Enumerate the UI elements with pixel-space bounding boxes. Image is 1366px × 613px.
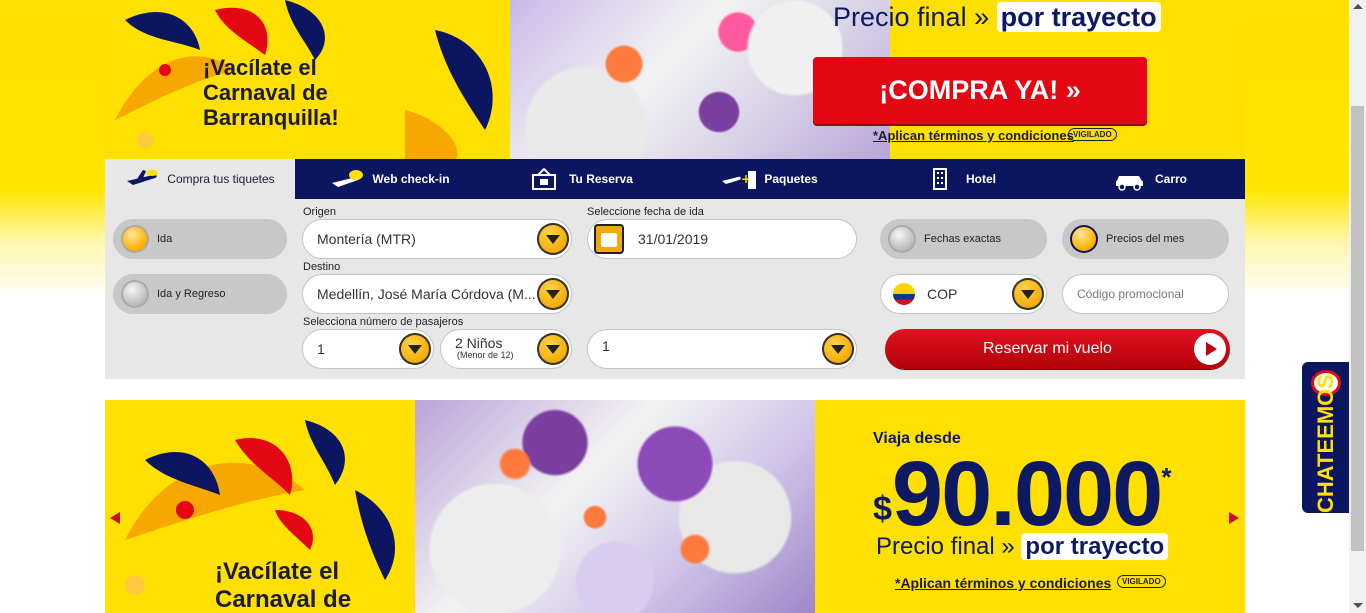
chat-label: CHATEEMOS — [1313, 374, 1338, 513]
slogan-line-3: Barranquilla! — [203, 105, 339, 130]
radio-selected-icon — [121, 225, 149, 253]
passengers-label: Selecciona número de pasajeros — [303, 316, 464, 328]
hero-price-final-line: Precio final » por trayecto — [876, 533, 1169, 561]
date-label: Seleccione fecha de ida — [587, 206, 704, 218]
tab-label: Hotel — [966, 172, 996, 186]
plane-icon — [127, 170, 159, 185]
tab-car[interactable]: Carro — [1055, 159, 1245, 199]
trip-type-one-way[interactable]: Ida — [113, 219, 287, 259]
trip-one-way-label: Ida — [157, 233, 173, 245]
tab-your-booking[interactable]: Tu Reserva — [485, 159, 675, 199]
chevron-down-icon[interactable] — [399, 333, 431, 365]
scrollbar-thumb[interactable] — [1351, 106, 1364, 551]
car-icon — [1115, 176, 1143, 191]
promo-code-placeholder: Código promocional — [1077, 287, 1184, 301]
currency-value: COP — [927, 286, 958, 302]
colombia-flag-icon — [893, 283, 915, 305]
destination-label: Destino — [303, 261, 341, 273]
radio-selected-icon — [1070, 225, 1098, 253]
scroll-up-icon[interactable] — [1353, 4, 1363, 9]
price-amount: 90.000 — [891, 443, 1163, 545]
chat-tab[interactable]: CHATEEMOS — [1302, 362, 1350, 513]
slogan-line-2b: de — [295, 80, 328, 105]
adults-value: 1 — [317, 341, 325, 357]
reserve-flight-label: Reservar mi vuelo — [983, 340, 1112, 357]
month-prices-label: Precios del mes — [1106, 233, 1185, 245]
vigilado-seal: VIGILADO — [1068, 128, 1117, 141]
origin-label: Origen — [303, 206, 337, 218]
infants-select[interactable]: 1 — [587, 329, 857, 369]
tab-label: Carro — [1154, 172, 1187, 186]
hero-slogan-line-2: Carnaval de — [215, 586, 352, 613]
scroll-down-icon[interactable] — [1353, 603, 1363, 608]
chevron-down-icon[interactable] — [537, 333, 569, 365]
price-final-text: Precio final » — [876, 533, 1022, 560]
booking-widget: Compra tus tiquetes Web check-in Tu Rese… — [105, 159, 1245, 379]
hero-price: $90.000* — [873, 442, 1171, 547]
price-final-text: Precio final » — [833, 2, 997, 32]
departure-date-value: 31/01/2019 — [638, 231, 709, 247]
calendar-icon[interactable] — [594, 224, 624, 254]
radio-unselected-icon — [121, 280, 149, 308]
exact-dates-label: Fechas exactas — [924, 233, 1002, 245]
radio-unselected-icon — [888, 225, 916, 253]
currency-symbol: $ — [873, 490, 892, 528]
price-final-line: Precio final » por trayecto — [833, 2, 1161, 33]
per-leg-text: por trayecto — [1021, 533, 1169, 560]
children-note: (Menor de 12) — [457, 350, 514, 360]
destination-select[interactable]: Medellín, José María Córdova (M... — [302, 274, 572, 314]
booking-icon — [532, 167, 557, 190]
chevron-down-icon[interactable] — [537, 223, 569, 255]
month-prices-option[interactable]: Precios del mes — [1062, 219, 1229, 259]
exact-dates-option[interactable]: Fechas exactas — [880, 219, 1047, 259]
hero-promo-banner[interactable]: ¡Vacílate el Carnaval de Viaja desde $90… — [105, 400, 1245, 613]
play-arrow-icon — [1194, 333, 1226, 365]
hero-slogan: ¡Vacílate el Carnaval de — [215, 558, 351, 613]
per-leg-text: por trayecto — [996, 2, 1161, 32]
plane-cloud-icon — [332, 170, 364, 187]
infants-value: 1 — [602, 338, 610, 354]
carousel-next-icon[interactable] — [1229, 512, 1239, 524]
tab-label: Web check-in — [372, 172, 450, 186]
origin-value: Montería (MTR) — [317, 231, 416, 247]
adults-select[interactable]: 1 — [302, 329, 434, 369]
tab-label: Tu Reserva — [569, 172, 633, 186]
vigilado-seal: VIGILADO — [1117, 575, 1166, 588]
destination-value: Medellín, José María Córdova (M... — [317, 286, 536, 302]
booking-tabs: Compra tus tiquetes Web check-in Tu Rese… — [105, 159, 1245, 199]
reserve-flight-button[interactable]: Reservar mi vuelo — [885, 329, 1230, 369]
tab-hotel[interactable]: Hotel — [865, 159, 1055, 199]
carnival-photo — [415, 400, 815, 613]
hero-slogan-line-1: ¡Vacílate el — [215, 558, 340, 585]
trip-round-label: Ida y Regreso — [157, 288, 226, 300]
promo-slogan: ¡Vacílate el Carnaval de Barranquilla! — [203, 55, 339, 130]
top-promo-banner[interactable]: ¡Vacílate el Carnaval de Barranquilla! P… — [105, 0, 1245, 160]
trip-type-round-trip[interactable]: Ida y Regreso — [113, 274, 287, 314]
price-asterisk: * — [1161, 462, 1172, 492]
currency-select[interactable]: COP — [880, 274, 1047, 314]
promo-code-input[interactable]: Código promocional — [1062, 274, 1229, 314]
buy-now-button[interactable]: ¡COMPRA YA! » — [813, 57, 1147, 124]
tab-web-checkin[interactable]: Web check-in — [295, 159, 485, 199]
chevron-down-icon[interactable] — [822, 333, 854, 365]
chevron-down-icon[interactable] — [537, 278, 569, 310]
tab-buy-tickets[interactable]: Compra tus tiquetes — [105, 159, 295, 199]
chevron-down-icon[interactable] — [1012, 278, 1044, 310]
carousel-prev-icon[interactable] — [110, 512, 120, 524]
tab-label: Paquetes — [764, 172, 818, 186]
slogan-line-1: ¡Vacílate el — [203, 55, 317, 80]
children-select[interactable]: 2 Niños (Menor de 12) — [440, 329, 572, 369]
children-value: 2 Niños (Menor de 12) — [455, 336, 514, 361]
slogan-line-2a: Carnaval — [203, 80, 296, 105]
building-icon — [933, 168, 947, 190]
origin-select[interactable]: Montería (MTR) — [302, 219, 572, 259]
tab-label: Compra tus tiquetes — [167, 172, 275, 186]
hero-terms-link[interactable]: *Aplican términos y condiciones — [895, 575, 1111, 591]
departure-date-field[interactable]: 31/01/2019 — [587, 219, 857, 259]
plane-hotel-icon: + — [722, 171, 757, 189]
terms-link[interactable]: *Aplican términos y condiciones — [873, 128, 1074, 143]
tab-packages[interactable]: + Paquetes — [675, 159, 865, 199]
